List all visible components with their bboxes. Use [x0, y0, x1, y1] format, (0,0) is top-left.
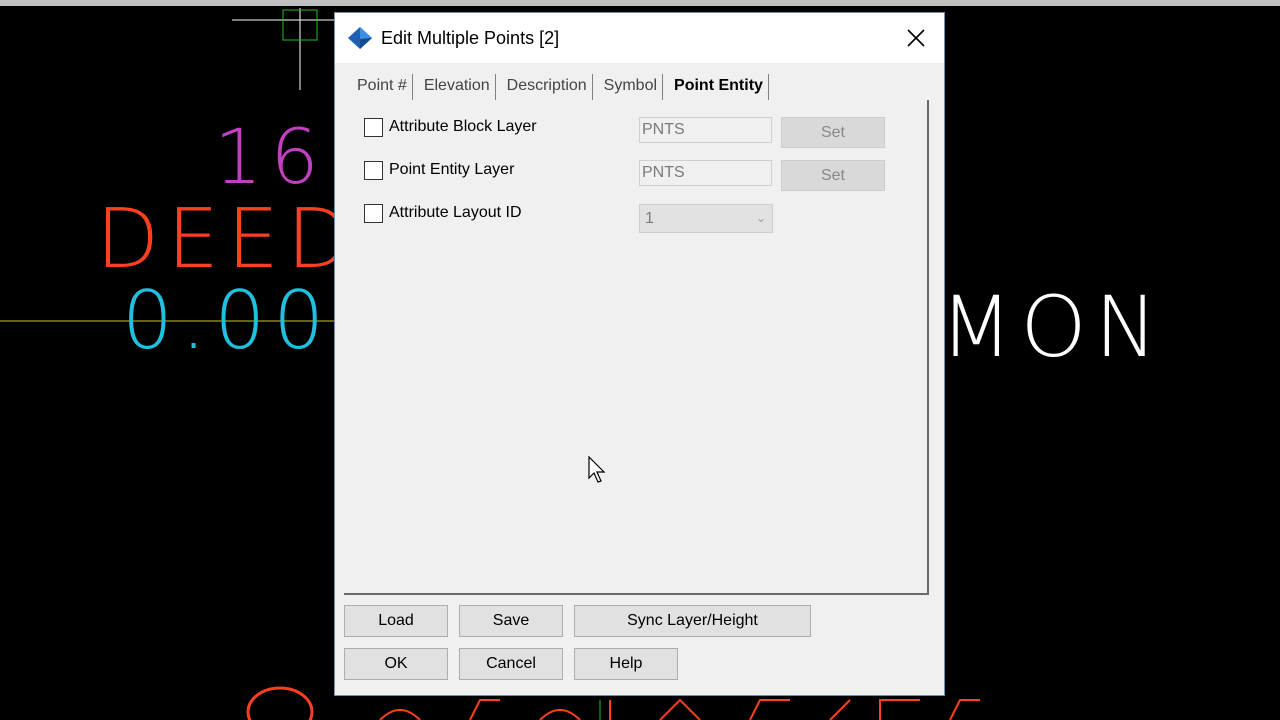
sync-layer-height-button[interactable]: Sync Layer/Height — [574, 605, 811, 637]
point-entity-layer-label: Point Entity Layer — [389, 161, 515, 178]
cad-description-text: DEED — [96, 192, 358, 287]
attribute-block-layer-label: Attribute Block Layer — [389, 118, 537, 135]
cad-circle-symbol — [246, 686, 314, 720]
attribute-block-layer-set-button[interactable]: Set — [781, 117, 885, 148]
point-entity-layer-set-button[interactable]: Set — [781, 160, 885, 191]
close-button[interactable] — [888, 13, 944, 63]
close-icon — [907, 29, 925, 47]
cad-elevation-text: 0.00 — [122, 274, 333, 367]
edit-multiple-points-dialog: Edit Multiple Points [2] Point # Elevati… — [334, 12, 945, 696]
load-button[interactable]: Load — [344, 605, 448, 637]
ok-button[interactable]: OK — [344, 648, 448, 680]
attribute-layout-id-label: Attribute Layout ID — [389, 204, 522, 221]
tab-elevation[interactable]: Elevation — [419, 74, 496, 100]
dialog-title: Edit Multiple Points [2] — [381, 28, 560, 48]
attribute-layout-id-value: 1 — [645, 210, 654, 227]
attribute-block-layer-field[interactable]: PNTS — [639, 117, 772, 143]
help-button[interactable]: Help — [574, 648, 678, 680]
point-entity-layer-row: Point Entity Layer — [364, 158, 514, 182]
attribute-block-layer-row: Attribute Block Layer — [364, 115, 537, 139]
dialog-titlebar[interactable]: Edit Multiple Points [2] — [335, 13, 944, 63]
tab-description[interactable]: Description — [502, 74, 593, 100]
attribute-layout-id-row: Attribute Layout ID — [364, 201, 522, 225]
cad-point-number: 16 — [214, 112, 327, 201]
cad-mon-text: MON — [940, 278, 1166, 376]
cancel-button[interactable]: Cancel — [459, 648, 563, 680]
tab-point-number[interactable]: Point # — [352, 74, 413, 100]
attribute-block-layer-checkbox[interactable] — [364, 117, 383, 137]
mouse-pointer-icon — [588, 456, 606, 483]
attribute-layout-id-checkbox[interactable] — [364, 203, 383, 223]
point-entity-panel: Attribute Block Layer PNTS Set Point Ent… — [344, 100, 929, 595]
tab-point-entity[interactable]: Point Entity — [669, 74, 769, 100]
app-logo-icon — [348, 27, 372, 49]
chevron-down-icon: ⌄ — [755, 211, 766, 225]
tab-symbol[interactable]: Symbol — [599, 74, 664, 100]
save-button[interactable]: Save — [459, 605, 563, 637]
tab-strip: Point # Elevation Description Symbol Poi… — [352, 74, 775, 100]
point-entity-layer-checkbox[interactable] — [364, 160, 383, 180]
point-entity-layer-field[interactable]: PNTS — [639, 160, 772, 186]
attribute-layout-id-select[interactable]: 1 ⌄ — [639, 204, 773, 233]
cad-bottom-label-fragment — [379, 698, 980, 720]
